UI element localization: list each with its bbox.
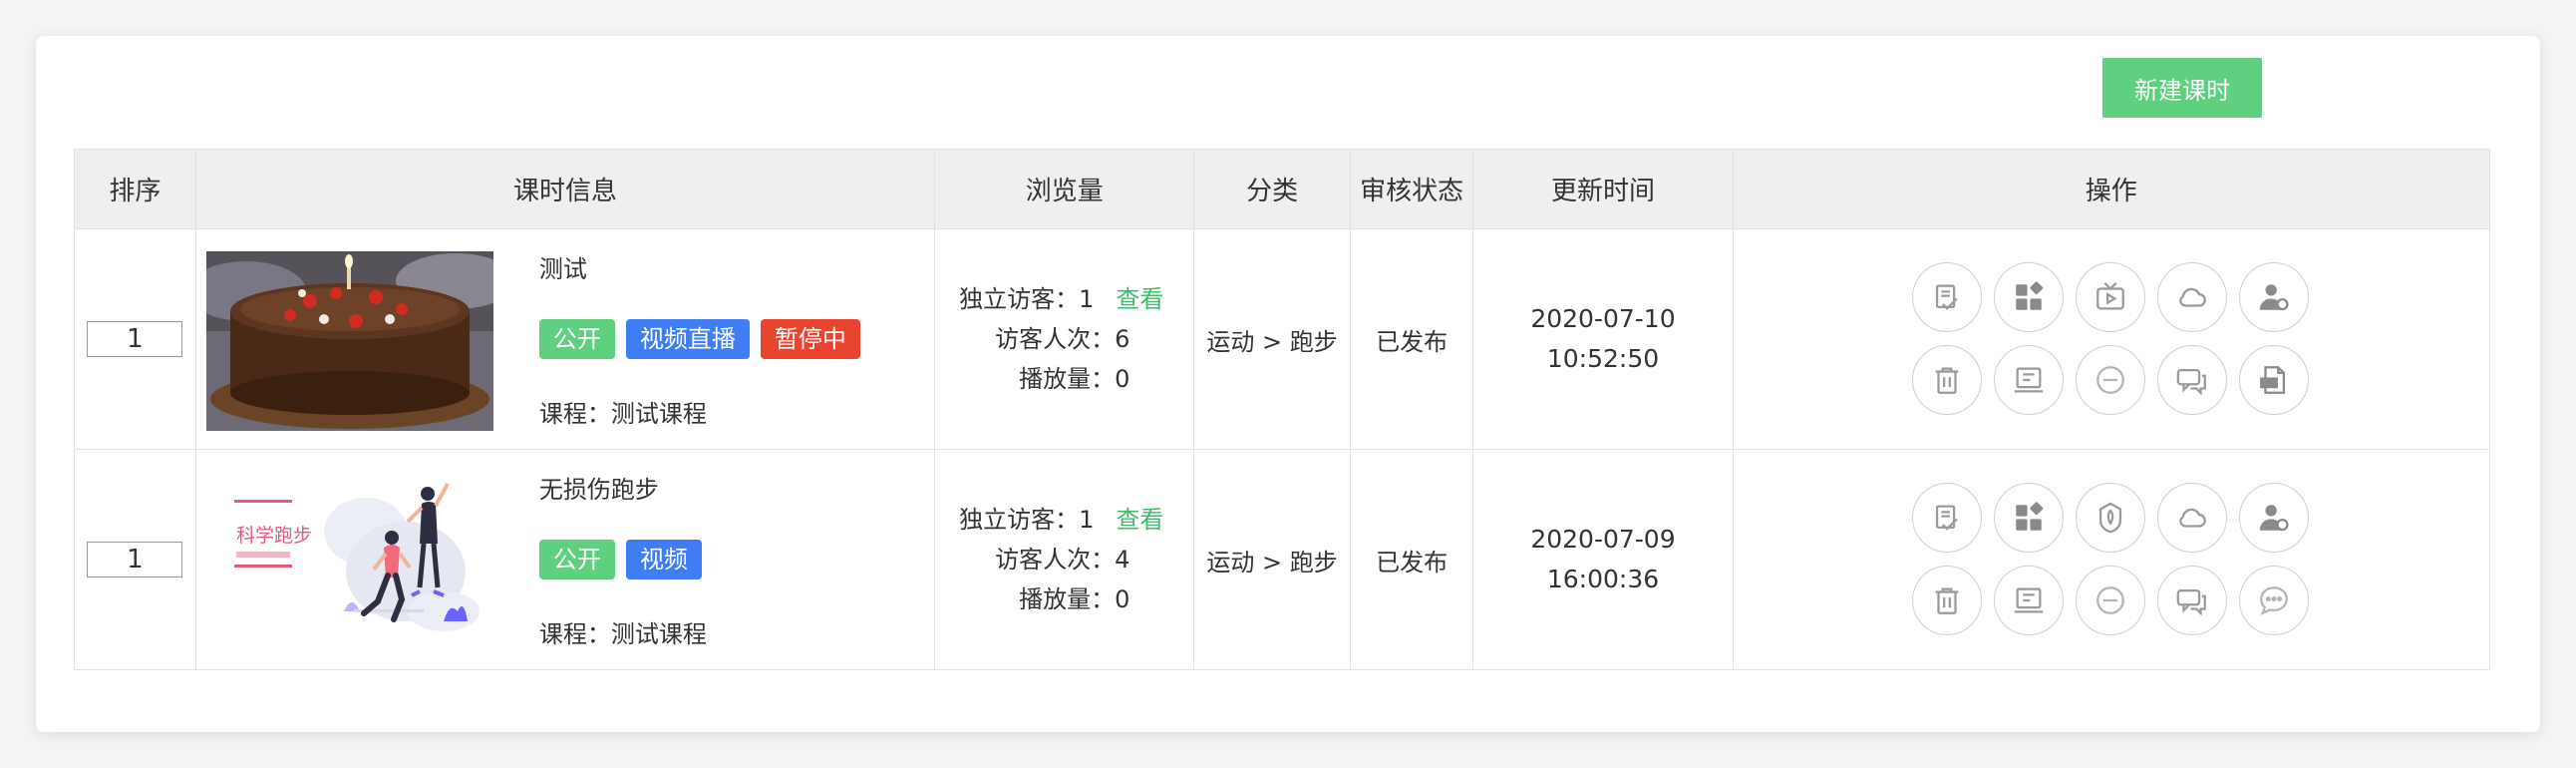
- status-cell: 已发布: [1349, 449, 1474, 670]
- views-cell: 独立访客：1 查看 访客人次：6 播放量：0: [934, 228, 1195, 450]
- apps-icon[interactable]: [1993, 261, 2064, 332]
- category-label: 运动 > 跑步: [1206, 327, 1338, 356]
- header-update-time: 更新时间: [1472, 149, 1734, 229]
- update-date: 2020-07-10: [1530, 304, 1676, 333]
- public-tag: 公开: [538, 319, 615, 359]
- lesson-title[interactable]: 无损伤跑步: [539, 470, 659, 505]
- book-icon[interactable]: [1993, 344, 2064, 415]
- disable-icon[interactable]: [2075, 344, 2145, 415]
- tag-group: 公开 视频: [538, 540, 702, 579]
- disable-icon[interactable]: [2075, 565, 2145, 635]
- category-label: 运动 > 跑步: [1206, 548, 1338, 576]
- unique-visitors-value: 1: [1079, 506, 1095, 534]
- unique-visitors-value: 1: [1079, 285, 1095, 313]
- header-category: 分类: [1193, 149, 1351, 229]
- file-export-icon[interactable]: [2238, 344, 2309, 415]
- delete-icon[interactable]: [1911, 344, 1982, 415]
- lesson-info-cell: 科学跑步 无损伤跑步 公开 视频 课程：测试课程: [194, 449, 936, 670]
- category-cell: 运动 > 跑步: [1193, 228, 1351, 450]
- lesson-info-cell: 测试 公开 视频直播 暂停中 课程：测试课程: [194, 228, 936, 450]
- table-row: 测试 公开 视频直播 暂停中 课程：测试课程 独立访客：1 查看 访客人次：6 播…: [74, 228, 2491, 450]
- table-row: 科学跑步: [74, 449, 2491, 670]
- comments-icon[interactable]: [2156, 344, 2227, 415]
- course-label: 课程：测试课程: [538, 400, 707, 428]
- public-tag: 公开: [538, 540, 615, 579]
- plays-label: 播放量：: [1019, 585, 1116, 613]
- chat-bubble-icon[interactable]: [2238, 565, 2309, 635]
- category-cell: 运动 > 跑步: [1193, 449, 1351, 670]
- actions-cell: [1732, 228, 2491, 450]
- delete-icon[interactable]: [1911, 565, 1982, 635]
- cloud-icon[interactable]: [2156, 482, 2227, 553]
- visits-value: 6: [1115, 325, 1130, 353]
- lesson-panel: 新建课时 排序 课时信息 浏览量 分类 审核状态 更新时间 操作 1 测试 公开…: [36, 36, 2540, 732]
- update-time-cell: 2020-07-09 16:00:36: [1472, 449, 1734, 670]
- header-actions: 操作: [1732, 149, 2491, 229]
- sort-input[interactable]: [87, 321, 183, 357]
- live-tv-icon[interactable]: [2075, 261, 2145, 332]
- table-header-row: 排序 课时信息 浏览量 分类 审核状态 更新时间 操作: [74, 149, 2491, 229]
- status-label: 已发布: [1376, 548, 1449, 576]
- header-lesson-info: 课时信息: [194, 149, 936, 229]
- unique-visitors-label: 独立访客：: [959, 285, 1080, 313]
- visits-label: 访客人次：: [995, 546, 1116, 574]
- header-review-status: 审核状态: [1349, 149, 1474, 229]
- header-views: 浏览量: [934, 149, 1195, 229]
- comments-icon[interactable]: [2156, 565, 2227, 635]
- approve-icon[interactable]: [1911, 261, 1982, 332]
- lesson-thumbnail[interactable]: [205, 251, 493, 431]
- update-time: 10:52:50: [1546, 344, 1660, 373]
- view-link[interactable]: 查看: [1116, 506, 1163, 534]
- sort-cell: [74, 228, 196, 450]
- thumb-text: 科学跑步: [236, 525, 312, 547]
- status-cell: 已发布: [1349, 228, 1474, 450]
- cloud-icon[interactable]: [2156, 261, 2227, 332]
- plays-value: 0: [1115, 585, 1130, 613]
- plays-value: 0: [1115, 365, 1130, 393]
- paused-tag: 暂停中: [760, 319, 860, 359]
- course-label: 课程：测试课程: [538, 620, 707, 648]
- approve-icon[interactable]: [1911, 482, 1982, 553]
- type-tag: 视频: [625, 540, 702, 579]
- new-lesson-button[interactable]: 新建课时: [2102, 58, 2262, 118]
- update-time-cell: 2020-07-10 10:52:50: [1472, 228, 1734, 450]
- status-label: 已发布: [1376, 327, 1449, 356]
- sort-cell: [74, 449, 196, 670]
- actions-cell: [1732, 449, 2491, 670]
- lesson-table: 排序 课时信息 浏览量 分类 审核状态 更新时间 操作 1 测试 公开 视频直播…: [74, 149, 2491, 670]
- apps-icon[interactable]: [1993, 482, 2064, 553]
- book-icon[interactable]: [1993, 565, 2064, 635]
- cake-photo: [205, 251, 493, 431]
- tag-group: 公开 视频直播 暂停中: [538, 319, 860, 359]
- update-time: 16:00:36: [1546, 565, 1660, 593]
- plays-label: 播放量：: [1019, 365, 1116, 393]
- visits-label: 访客人次：: [995, 325, 1116, 353]
- lesson-title[interactable]: 测试: [539, 249, 587, 284]
- lesson-thumbnail[interactable]: 科学跑步: [205, 472, 493, 651]
- badge-icon[interactable]: [2075, 482, 2145, 553]
- user-settings-icon[interactable]: [2238, 261, 2309, 332]
- visits-value: 4: [1115, 546, 1130, 574]
- header-sort[interactable]: 排序: [74, 149, 196, 229]
- view-link[interactable]: 查看: [1116, 285, 1163, 313]
- update-date: 2020-07-09: [1530, 525, 1676, 554]
- sort-input[interactable]: [87, 542, 183, 577]
- type-tag: 视频直播: [625, 319, 750, 359]
- views-cell: 独立访客：1 查看 访客人次：4 播放量：0: [934, 449, 1195, 670]
- unique-visitors-label: 独立访客：: [959, 506, 1080, 534]
- running-illustration: 科学跑步: [205, 472, 493, 651]
- user-settings-icon[interactable]: [2238, 482, 2309, 553]
